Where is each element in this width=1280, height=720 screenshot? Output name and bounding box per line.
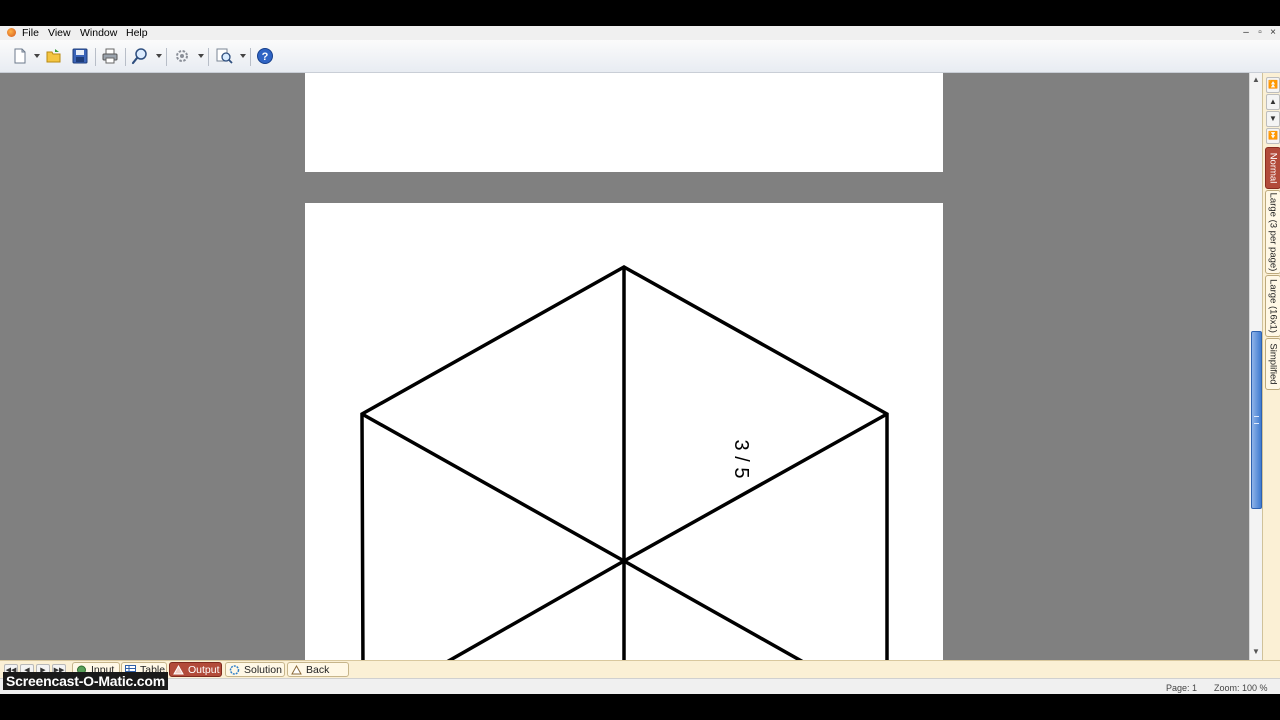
menu-view[interactable]: View xyxy=(46,26,73,40)
toolbar: ? xyxy=(0,40,1280,73)
new-document-icon[interactable] xyxy=(10,47,30,65)
status-page: Page: 1 xyxy=(1166,683,1198,693)
hexagon-diagonal-line xyxy=(623,412,888,563)
settings-dropdown-arrow[interactable] xyxy=(198,54,204,58)
scroll-up-arrow[interactable]: ▲ xyxy=(1251,75,1261,85)
menu-help[interactable]: Help xyxy=(124,26,150,40)
side-tab-large-3-per-page[interactable]: Large (3 per page) xyxy=(1265,190,1280,274)
side-tab-large-16x1[interactable]: Large (16x1) xyxy=(1265,275,1280,337)
print-icon[interactable] xyxy=(100,47,120,65)
scroll-down-arrow[interactable]: ▼ xyxy=(1251,647,1261,657)
side-tab-normal[interactable]: Normal xyxy=(1265,147,1280,189)
save-icon[interactable] xyxy=(70,47,90,65)
menu-bar: File View Window Help – ▫ × xyxy=(0,26,1280,40)
solution-icon xyxy=(229,665,240,675)
next-page-icon[interactable]: ▼ xyxy=(1266,111,1280,127)
tab-solution[interactable]: Solution xyxy=(225,662,285,677)
restore-button[interactable]: ▫ xyxy=(1254,26,1266,40)
toolbar-separator xyxy=(166,48,167,66)
toolbar-separator xyxy=(250,48,251,66)
vertical-scrollbar[interactable]: ▲ ▼ xyxy=(1249,73,1262,660)
open-folder-icon[interactable] xyxy=(44,47,64,65)
last-page-icon[interactable]: ⏬ xyxy=(1266,128,1280,144)
document-page-current: 3 / 5 xyxy=(305,203,943,660)
side-tab-simplified[interactable]: Simplified xyxy=(1265,338,1280,390)
app-icon xyxy=(7,28,16,37)
first-page-icon[interactable]: ⏫ xyxy=(1266,77,1280,93)
menu-window[interactable]: Window xyxy=(78,26,119,40)
toolbar-separator xyxy=(95,48,96,66)
status-bar: Page: 1 Zoom: 100 % xyxy=(0,678,1280,694)
hexagon-net-drawing: 3 / 5 xyxy=(360,264,889,660)
minimize-button[interactable]: – xyxy=(1240,26,1252,40)
zoom-dropdown-arrow[interactable] xyxy=(156,54,162,58)
preview-dropdown-arrow[interactable] xyxy=(240,54,246,58)
document-page-previous xyxy=(305,73,943,172)
back-side-icon xyxy=(291,665,302,675)
settings-icon[interactable] xyxy=(172,47,192,65)
hexagon-diagonal-line xyxy=(446,559,625,660)
help-icon[interactable]: ? xyxy=(255,47,275,65)
hexagon-diagonal-line xyxy=(361,412,625,563)
tab-back-side[interactable]: Back Side xyxy=(287,662,349,691)
preview-icon[interactable] xyxy=(214,47,234,65)
scrollbar-grip xyxy=(1254,416,1259,424)
scrollbar-thumb[interactable] xyxy=(1251,331,1262,509)
face-label: 3 / 5 xyxy=(730,440,752,479)
toolbar-separator xyxy=(208,48,209,66)
output-icon xyxy=(173,665,184,675)
close-button[interactable]: × xyxy=(1267,26,1279,40)
screencast-watermark: Screencast-O-Matic.com xyxy=(3,672,168,690)
status-zoom: Zoom: 100 % xyxy=(1214,683,1268,693)
view-mode-panel: ⏫ ▲ ▼ ⏬ Normal Large (3 per page) Large … xyxy=(1262,73,1280,660)
document-workspace[interactable]: 3 / 5 xyxy=(0,73,1249,660)
hexagon-diagonal-line xyxy=(623,559,804,660)
svg-text:?: ? xyxy=(262,51,269,63)
previous-page-icon[interactable]: ▲ xyxy=(1266,94,1280,110)
menu-file[interactable]: File xyxy=(20,26,41,40)
new-dropdown-arrow[interactable] xyxy=(34,54,40,58)
zoom-icon[interactable] xyxy=(130,47,150,65)
bottom-tab-bar: ◀◀ ◀ ▶ ▶▶ Input Table Output Solution Ba… xyxy=(0,660,1280,691)
tab-output[interactable]: Output xyxy=(169,662,222,677)
toolbar-separator xyxy=(125,48,126,66)
